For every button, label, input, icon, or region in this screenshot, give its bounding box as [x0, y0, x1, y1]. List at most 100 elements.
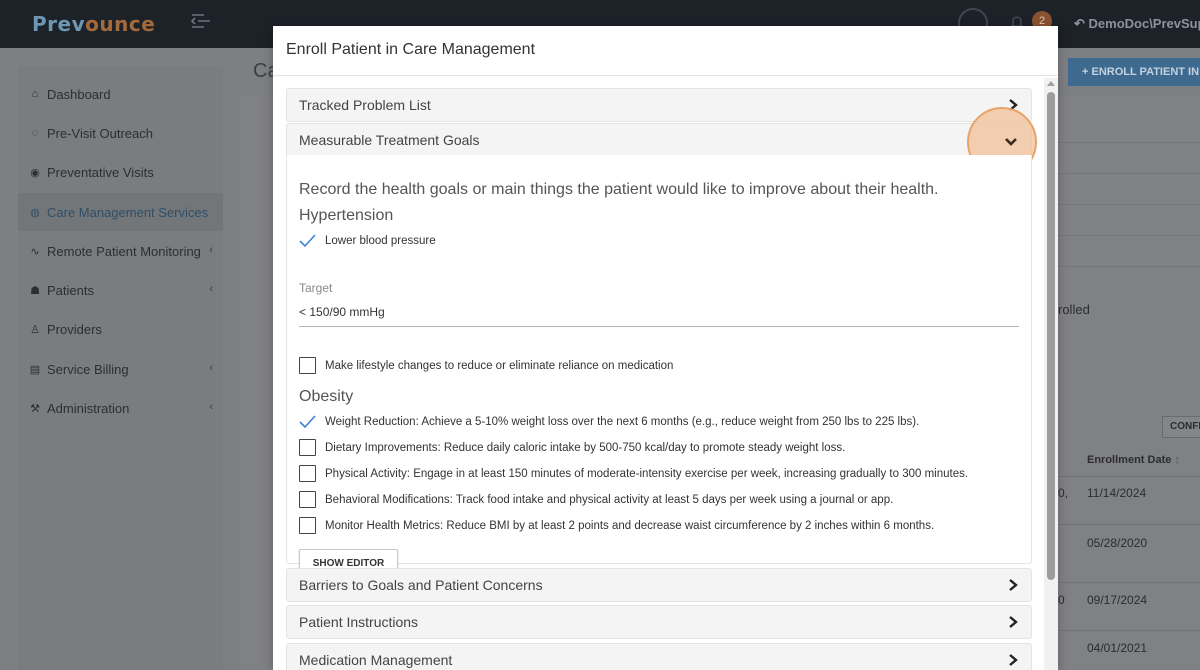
check-circle-icon: ◉: [30, 166, 40, 179]
divider: [1058, 630, 1200, 631]
chevron-left-icon: ‹: [209, 401, 213, 413]
accordion-tracked-problem-list[interactable]: Tracked Problem List: [286, 88, 1032, 122]
goal-label: Make lifestyle changes to reduce or elim…: [325, 359, 674, 372]
accordion-label: Tracked Problem List: [299, 97, 431, 113]
enroll-modal: Enroll Patient in Care Management Tracke…: [273, 26, 1058, 670]
sidebar-item-label: Service Billing: [47, 361, 129, 377]
checkbox[interactable]: [299, 357, 316, 374]
user-menu[interactable]: ↶ DemoDoc\PrevSup: [1074, 16, 1200, 32]
goal-item-behavioral-modifications[interactable]: Behavioral Modifications: Track food int…: [299, 491, 893, 508]
sidebar-item-service-billing[interactable]: ▤ Service Billing ‹: [18, 350, 223, 388]
goal-label: Behavioral Modifications: Track food int…: [325, 493, 894, 506]
form-row: [1058, 236, 1200, 267]
modal-header: Enroll Patient in Care Management: [273, 26, 1058, 76]
accordion-medication-management[interactable]: Medication Management: [286, 643, 1032, 670]
sort-icon: ↕: [1174, 454, 1180, 466]
sidebar-item-label: Dashboard: [47, 86, 111, 102]
column-header-label: Enrollment Date: [1087, 454, 1172, 466]
sidebar: ⌂ Dashboard ◌ Pre-Visit Outreach ◉ Preventa…: [18, 66, 223, 670]
goals-intro-text: Record the health goals or main things t…: [299, 181, 939, 198]
scrollbar-thumb[interactable]: [1047, 92, 1055, 580]
home-icon: ⌂: [31, 88, 39, 100]
goal-item-lifestyle-changes[interactable]: Make lifestyle changes to reduce or elim…: [299, 357, 673, 374]
section-heading-hypertension: Hypertension: [299, 207, 394, 224]
scrollbar[interactable]: [1044, 78, 1058, 670]
goal-item-monitor-health-metrics[interactable]: Monitor Health Metrics: Reduce BMI by at…: [299, 517, 934, 534]
divider: [1058, 524, 1200, 525]
chevron-left-icon: ‹: [209, 244, 213, 256]
sidebar-item-label: Administration: [47, 400, 130, 416]
status-text: rolled: [1058, 302, 1090, 317]
accordion-patient-instructions[interactable]: Patient Instructions: [286, 605, 1032, 639]
checkbox[interactable]: [299, 465, 316, 482]
chevron-right-icon: [1009, 579, 1018, 591]
table-cell: 0,: [1058, 486, 1069, 500]
scroll-up-arrow[interactable]: [1047, 81, 1055, 86]
accordion-measurable-treatment-goals[interactable]: Measurable Treatment Goals: [286, 123, 1032, 157]
accordion-label: Medication Management: [299, 652, 453, 668]
goal-label: Lower blood pressure: [325, 234, 436, 247]
form-row: [1058, 112, 1200, 143]
chevron-right-icon: [1009, 654, 1018, 666]
goal-item-lower-blood-pressure[interactable]: Lower blood pressure: [299, 232, 436, 249]
sidebar-item-label: Remote Patient Monitoring: [47, 243, 201, 259]
chevron-left-icon: ‹: [209, 283, 213, 295]
table-cell-date: 05/28/2020: [1087, 536, 1148, 550]
sidebar-item-patients[interactable]: ☗ Patients ‹: [18, 271, 223, 309]
goal-label: Dietary Improvements: Reduce daily calor…: [325, 441, 846, 454]
sidebar-item-pre-visit-outreach[interactable]: ◌ Pre-Visit Outreach: [18, 114, 223, 152]
sidebar-item-preventative-visits[interactable]: ◉ Preventative Visits: [18, 153, 223, 191]
accordion-barriers[interactable]: Barriers to Goals and Patient Concerns: [286, 568, 1032, 602]
goal-label: Physical Activity: Engage in at least 15…: [325, 467, 969, 480]
accordion-label: Measurable Treatment Goals: [299, 132, 480, 148]
column-header-enrollment-date[interactable]: Enrollment Date ↕: [1087, 454, 1180, 466]
target-label: Target: [299, 281, 333, 295]
accordion-label: Patient Instructions: [299, 614, 419, 630]
form-row: [1058, 143, 1200, 174]
form-row: [1058, 174, 1200, 205]
goal-item-weight-reduction[interactable]: Weight Reduction: Achieve a 5-10% weight…: [299, 413, 919, 430]
chat-icon: ◌: [31, 127, 39, 139]
divider: [1058, 582, 1200, 583]
goal-label: Weight Reduction: Achieve a 5-10% weight…: [325, 415, 920, 428]
checkmark-icon: [299, 415, 316, 429]
target-field[interactable]: < 150/90 mmHg: [299, 301, 1019, 327]
pulse-icon: ∿: [30, 245, 40, 258]
sidebar-item-administration[interactable]: ⚒ Administration ‹: [18, 389, 223, 427]
config-button[interactable]: CONFI: [1162, 416, 1200, 438]
form-row: [1058, 205, 1200, 236]
sidebar-item-label: Care Management Services: [47, 204, 209, 220]
user-icon: ♙: [30, 323, 40, 336]
table-cell-date: 09/17/2024: [1087, 593, 1148, 607]
form-rows: [1058, 112, 1200, 267]
modal-title: Enroll Patient in Care Management: [286, 41, 536, 58]
table-cell-date: 11/14/2024: [1087, 486, 1147, 500]
enroll-patient-button[interactable]: + ENROLL PATIENT IN C: [1068, 58, 1200, 86]
logo-text-part1: Prev: [32, 12, 86, 36]
accordion-label: Barriers to Goals and Patient Concerns: [299, 577, 543, 593]
measurable-goals-panel: Record the health goals or main things t…: [286, 155, 1032, 670]
prevounce-logo[interactable]: Prevounce: [32, 12, 155, 36]
sidebar-item-care-management-services[interactable]: ◍ Care Management Services: [18, 193, 223, 231]
checkbox[interactable]: [299, 439, 316, 456]
goal-label: Monitor Health Metrics: Reduce BMI by at…: [325, 519, 935, 532]
collapse-menu-icon[interactable]: [190, 12, 212, 30]
checkmark-icon: [299, 234, 316, 248]
users-icon: ☗: [30, 284, 40, 297]
wrench-icon: ⚒: [30, 402, 40, 415]
table-cell: 0: [1058, 593, 1065, 607]
sidebar-item-label: Preventative Visits: [47, 164, 154, 180]
speech-bubble-icon: ◍: [30, 206, 40, 219]
goal-item-dietary-improvements[interactable]: Dietary Improvements: Reduce daily calor…: [299, 439, 845, 456]
document-icon: ▤: [29, 363, 41, 376]
sidebar-item-label: Providers: [47, 321, 102, 337]
chevron-down-icon[interactable]: [1004, 136, 1018, 148]
chevron-left-icon: ‹: [209, 362, 213, 374]
sidebar-item-dashboard[interactable]: ⌂ Dashboard: [18, 75, 223, 113]
divider: [1058, 476, 1200, 477]
goal-item-physical-activity[interactable]: Physical Activity: Engage in at least 15…: [299, 465, 968, 482]
checkbox[interactable]: [299, 517, 316, 534]
checkbox[interactable]: [299, 491, 316, 508]
sidebar-item-providers[interactable]: ♙ Providers: [18, 310, 223, 348]
sidebar-item-remote-patient-monitoring[interactable]: ∿ Remote Patient Monitoring ‹: [18, 232, 223, 270]
